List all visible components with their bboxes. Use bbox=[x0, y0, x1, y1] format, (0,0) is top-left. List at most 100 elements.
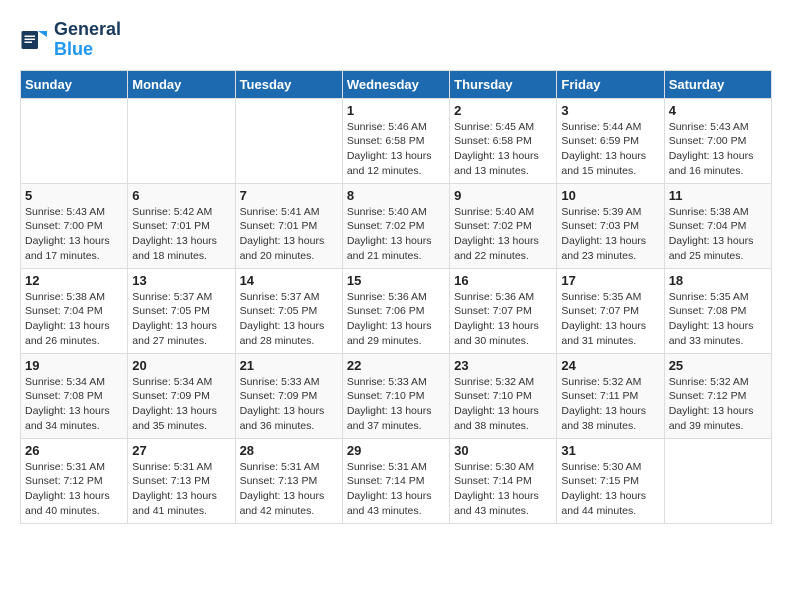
logo: General Blue bbox=[20, 20, 121, 60]
calendar-cell: 31 Sunrise: 5:30 AMSunset: 7:15 PMDayligh… bbox=[557, 438, 664, 523]
day-number: 5 bbox=[25, 188, 123, 203]
day-number: 19 bbox=[25, 358, 123, 373]
day-info: Sunrise: 5:43 AMSunset: 7:00 PMDaylight:… bbox=[25, 205, 123, 264]
day-number: 21 bbox=[240, 358, 338, 373]
calendar-cell: 27 Sunrise: 5:31 AMSunset: 7:13 PMDayligh… bbox=[128, 438, 235, 523]
day-number: 12 bbox=[25, 273, 123, 288]
day-number: 26 bbox=[25, 443, 123, 458]
day-number: 22 bbox=[347, 358, 445, 373]
day-number: 16 bbox=[454, 273, 552, 288]
day-info: Sunrise: 5:38 AMSunset: 7:04 PMDaylight:… bbox=[669, 205, 767, 264]
day-number: 13 bbox=[132, 273, 230, 288]
day-info: Sunrise: 5:33 AMSunset: 7:09 PMDaylight:… bbox=[240, 375, 338, 434]
calendar-cell: 12 Sunrise: 5:38 AMSunset: 7:04 PMDayligh… bbox=[21, 268, 128, 353]
day-info: Sunrise: 5:38 AMSunset: 7:04 PMDaylight:… bbox=[25, 290, 123, 349]
day-info: Sunrise: 5:35 AMSunset: 7:08 PMDaylight:… bbox=[669, 290, 767, 349]
day-info: Sunrise: 5:34 AMSunset: 7:09 PMDaylight:… bbox=[132, 375, 230, 434]
day-header-friday: Friday bbox=[557, 70, 664, 98]
day-info: Sunrise: 5:33 AMSunset: 7:10 PMDaylight:… bbox=[347, 375, 445, 434]
week-row-4: 19 Sunrise: 5:34 AMSunset: 7:08 PMDayligh… bbox=[21, 353, 772, 438]
calendar-cell: 25 Sunrise: 5:32 AMSunset: 7:12 PMDayligh… bbox=[664, 353, 771, 438]
day-info: Sunrise: 5:31 AMSunset: 7:13 PMDaylight:… bbox=[240, 460, 338, 519]
week-row-3: 12 Sunrise: 5:38 AMSunset: 7:04 PMDayligh… bbox=[21, 268, 772, 353]
calendar-cell: 4Sunrise: 5:43 AMSunset: 7:00 PMDaylight… bbox=[664, 98, 771, 183]
calendar-table: SundayMondayTuesdayWednesdayThursdayFrid… bbox=[20, 70, 772, 524]
day-info: Sunrise: 5:32 AMSunset: 7:11 PMDaylight:… bbox=[561, 375, 659, 434]
day-info: Sunrise: 5:40 AMSunset: 7:02 PMDaylight:… bbox=[347, 205, 445, 264]
week-row-5: 26 Sunrise: 5:31 AMSunset: 7:12 PMDayligh… bbox=[21, 438, 772, 523]
calendar-cell: 29Sunrise: 5:31 AMSunset: 7:14 PMDayligh… bbox=[342, 438, 449, 523]
day-number: 2 bbox=[454, 103, 552, 118]
calendar-cell: 18 Sunrise: 5:35 AMSunset: 7:08 PMDayligh… bbox=[664, 268, 771, 353]
calendar-cell: 10 Sunrise: 5:39 AMSunset: 7:03 PMDayligh… bbox=[557, 183, 664, 268]
day-number: 7 bbox=[240, 188, 338, 203]
day-number: 11 bbox=[669, 188, 767, 203]
calendar-cell bbox=[664, 438, 771, 523]
day-number: 28 bbox=[240, 443, 338, 458]
day-number: 1 bbox=[347, 103, 445, 118]
logo-icon bbox=[20, 25, 50, 55]
calendar-cell bbox=[235, 98, 342, 183]
day-number: 18 bbox=[669, 273, 767, 288]
calendar-body: 1 Sunrise: 5:46 AMSunset: 6:58 PMDaylight… bbox=[21, 98, 772, 523]
calendar-cell: 2 Sunrise: 5:45 AMSunset: 6:58 PMDaylight… bbox=[450, 98, 557, 183]
page-header: General Blue bbox=[20, 20, 772, 60]
day-info: Sunrise: 5:36 AMSunset: 7:06 PMDaylight:… bbox=[347, 290, 445, 349]
day-info: Sunrise: 5:30 AMSunset: 7:15 PMDaylight:… bbox=[561, 460, 659, 519]
day-header-tuesday: Tuesday bbox=[235, 70, 342, 98]
day-number: 8 bbox=[347, 188, 445, 203]
day-info: Sunrise: 5:31 AMSunset: 7:13 PMDaylight:… bbox=[132, 460, 230, 519]
day-info: Sunrise: 5:37 AMSunset: 7:05 PMDaylight:… bbox=[240, 290, 338, 349]
day-info: Sunrise: 5:42 AMSunset: 7:01 PMDaylight:… bbox=[132, 205, 230, 264]
day-number: 10 bbox=[561, 188, 659, 203]
day-number: 6 bbox=[132, 188, 230, 203]
day-info: Sunrise: 5:32 AMSunset: 7:10 PMDaylight:… bbox=[454, 375, 552, 434]
calendar-cell: 9 Sunrise: 5:40 AMSunset: 7:02 PMDaylight… bbox=[450, 183, 557, 268]
day-number: 20 bbox=[132, 358, 230, 373]
day-number: 4 bbox=[669, 103, 767, 118]
calendar-cell: 8 Sunrise: 5:40 AMSunset: 7:02 PMDaylight… bbox=[342, 183, 449, 268]
day-header-monday: Monday bbox=[128, 70, 235, 98]
calendar-cell: 16 Sunrise: 5:36 AMSunset: 7:07 PMDayligh… bbox=[450, 268, 557, 353]
calendar-cell: 3Sunrise: 5:44 AMSunset: 6:59 PMDaylight… bbox=[557, 98, 664, 183]
day-number: 25 bbox=[669, 358, 767, 373]
day-header-saturday: Saturday bbox=[664, 70, 771, 98]
day-header-wednesday: Wednesday bbox=[342, 70, 449, 98]
calendar-cell bbox=[21, 98, 128, 183]
day-info: Sunrise: 5:32 AMSunset: 7:12 PMDaylight:… bbox=[669, 375, 767, 434]
calendar-cell: 15 Sunrise: 5:36 AMSunset: 7:06 PMDayligh… bbox=[342, 268, 449, 353]
week-row-2: 5 Sunrise: 5:43 AMSunset: 7:00 PMDaylight… bbox=[21, 183, 772, 268]
day-number: 15 bbox=[347, 273, 445, 288]
day-info: Sunrise: 5:37 AMSunset: 7:05 PMDaylight:… bbox=[132, 290, 230, 349]
calendar-cell: 6 Sunrise: 5:42 AMSunset: 7:01 PMDaylight… bbox=[128, 183, 235, 268]
day-info: Sunrise: 5:36 AMSunset: 7:07 PMDaylight:… bbox=[454, 290, 552, 349]
calendar-cell: 23Sunrise: 5:32 AMSunset: 7:10 PMDayligh… bbox=[450, 353, 557, 438]
day-info: Sunrise: 5:46 AMSunset: 6:58 PMDaylight:… bbox=[347, 120, 445, 179]
day-info: Sunrise: 5:39 AMSunset: 7:03 PMDaylight:… bbox=[561, 205, 659, 264]
day-info: Sunrise: 5:31 AMSunset: 7:12 PMDaylight:… bbox=[25, 460, 123, 519]
calendar-cell: 11 Sunrise: 5:38 AMSunset: 7:04 PMDayligh… bbox=[664, 183, 771, 268]
calendar-cell: 17Sunrise: 5:35 AMSunset: 7:07 PMDayligh… bbox=[557, 268, 664, 353]
calendar-cell: 21 Sunrise: 5:33 AMSunset: 7:09 PMDayligh… bbox=[235, 353, 342, 438]
day-number: 27 bbox=[132, 443, 230, 458]
day-number: 30 bbox=[454, 443, 552, 458]
calendar-cell: 14 Sunrise: 5:37 AMSunset: 7:05 PMDayligh… bbox=[235, 268, 342, 353]
day-info: Sunrise: 5:34 AMSunset: 7:08 PMDaylight:… bbox=[25, 375, 123, 434]
day-number: 24 bbox=[561, 358, 659, 373]
day-number: 31 bbox=[561, 443, 659, 458]
calendar-cell: 13 Sunrise: 5:37 AMSunset: 7:05 PMDayligh… bbox=[128, 268, 235, 353]
day-number: 3 bbox=[561, 103, 659, 118]
calendar-cell: 7Sunrise: 5:41 AMSunset: 7:01 PMDaylight… bbox=[235, 183, 342, 268]
day-info: Sunrise: 5:30 AMSunset: 7:14 PMDaylight:… bbox=[454, 460, 552, 519]
day-header-thursday: Thursday bbox=[450, 70, 557, 98]
calendar-header-row: SundayMondayTuesdayWednesdayThursdayFrid… bbox=[21, 70, 772, 98]
day-number: 9 bbox=[454, 188, 552, 203]
calendar-cell: 5 Sunrise: 5:43 AMSunset: 7:00 PMDaylight… bbox=[21, 183, 128, 268]
day-info: Sunrise: 5:45 AMSunset: 6:58 PMDaylight:… bbox=[454, 120, 552, 179]
day-info: Sunrise: 5:40 AMSunset: 7:02 PMDaylight:… bbox=[454, 205, 552, 264]
day-number: 14 bbox=[240, 273, 338, 288]
calendar-cell: 30 Sunrise: 5:30 AMSunset: 7:14 PMDayligh… bbox=[450, 438, 557, 523]
calendar-cell bbox=[128, 98, 235, 183]
logo-text: General Blue bbox=[54, 20, 121, 60]
calendar-cell: 26 Sunrise: 5:31 AMSunset: 7:12 PMDayligh… bbox=[21, 438, 128, 523]
